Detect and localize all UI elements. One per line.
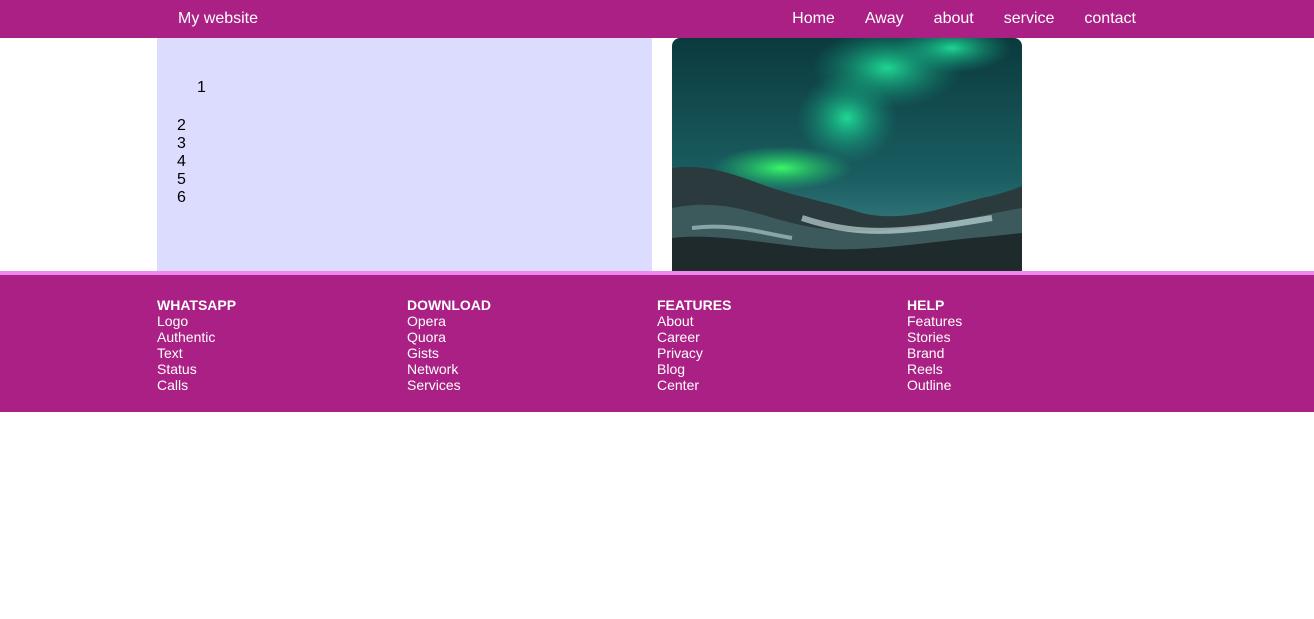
list-item: 4 [177, 153, 186, 170]
footer-link[interactable]: Quora [407, 329, 491, 345]
footer-column-download: DOWNLOAD Opera Quora Gists Network Servi… [407, 297, 491, 393]
footer-heading: HELP [907, 297, 945, 313]
footer: WHATSAPP Logo Authentic Text Status Call… [0, 271, 1314, 412]
list-item: 2 [177, 117, 186, 134]
brand-link[interactable]: My website [178, 10, 258, 28]
footer-link[interactable]: Reels [907, 361, 962, 377]
aurora-illustration [672, 38, 1022, 271]
content-box: 1 2 3 4 5 6 [157, 38, 652, 271]
footer-link[interactable]: Services [407, 377, 491, 393]
footer-link[interactable]: Career [657, 329, 731, 345]
nav-links: Home Away about service contact [762, 10, 1136, 28]
list-item: 6 [177, 189, 186, 206]
footer-link[interactable]: Center [657, 377, 731, 393]
nav-link-service[interactable]: service [1004, 10, 1055, 28]
footer-heading: WHATSAPP [157, 297, 237, 313]
footer-link[interactable]: Calls [157, 377, 236, 393]
nav-link-away[interactable]: Away [865, 10, 904, 28]
footer-heading: DOWNLOAD [407, 297, 491, 313]
footer-column-features: FEATURES About Career Privacy Blog Cente… [657, 297, 731, 393]
footer-link[interactable]: About [657, 313, 731, 329]
footer-column-whatsapp: WHATSAPP Logo Authentic Text Status Call… [157, 297, 236, 393]
footer-link[interactable]: Status [157, 361, 236, 377]
footer-link[interactable]: Brand [907, 345, 962, 361]
footer-link[interactable]: Authentic [157, 329, 236, 345]
navbar: My website Home Away about service conta… [0, 0, 1314, 38]
footer-link[interactable]: Outline [907, 377, 962, 393]
nav-link-about[interactable]: about [934, 10, 974, 28]
footer-link[interactable]: Stories [907, 329, 962, 345]
footer-link[interactable]: Logo [157, 313, 236, 329]
footer-link[interactable]: Gists [407, 345, 491, 361]
footer-link[interactable]: Blog [657, 361, 731, 377]
nav-link-contact[interactable]: contact [1084, 10, 1136, 28]
footer-column-help: HELP Features Stories Brand Reels Outlin… [907, 297, 962, 393]
item-list: 2 3 4 5 6 [177, 117, 186, 207]
list-item: 3 [177, 135, 186, 152]
footer-link[interactable]: Opera [407, 313, 491, 329]
footer-link[interactable]: Features [907, 313, 962, 329]
list-item-first: 1 [197, 79, 206, 96]
footer-link[interactable]: Network [407, 361, 491, 377]
aurora-image [672, 38, 1022, 271]
footer-link[interactable]: Privacy [657, 345, 731, 361]
nav-link-home[interactable]: Home [792, 10, 835, 28]
footer-link[interactable]: Text [157, 345, 236, 361]
footer-heading: FEATURES [657, 297, 732, 313]
list-item: 5 [177, 171, 186, 188]
